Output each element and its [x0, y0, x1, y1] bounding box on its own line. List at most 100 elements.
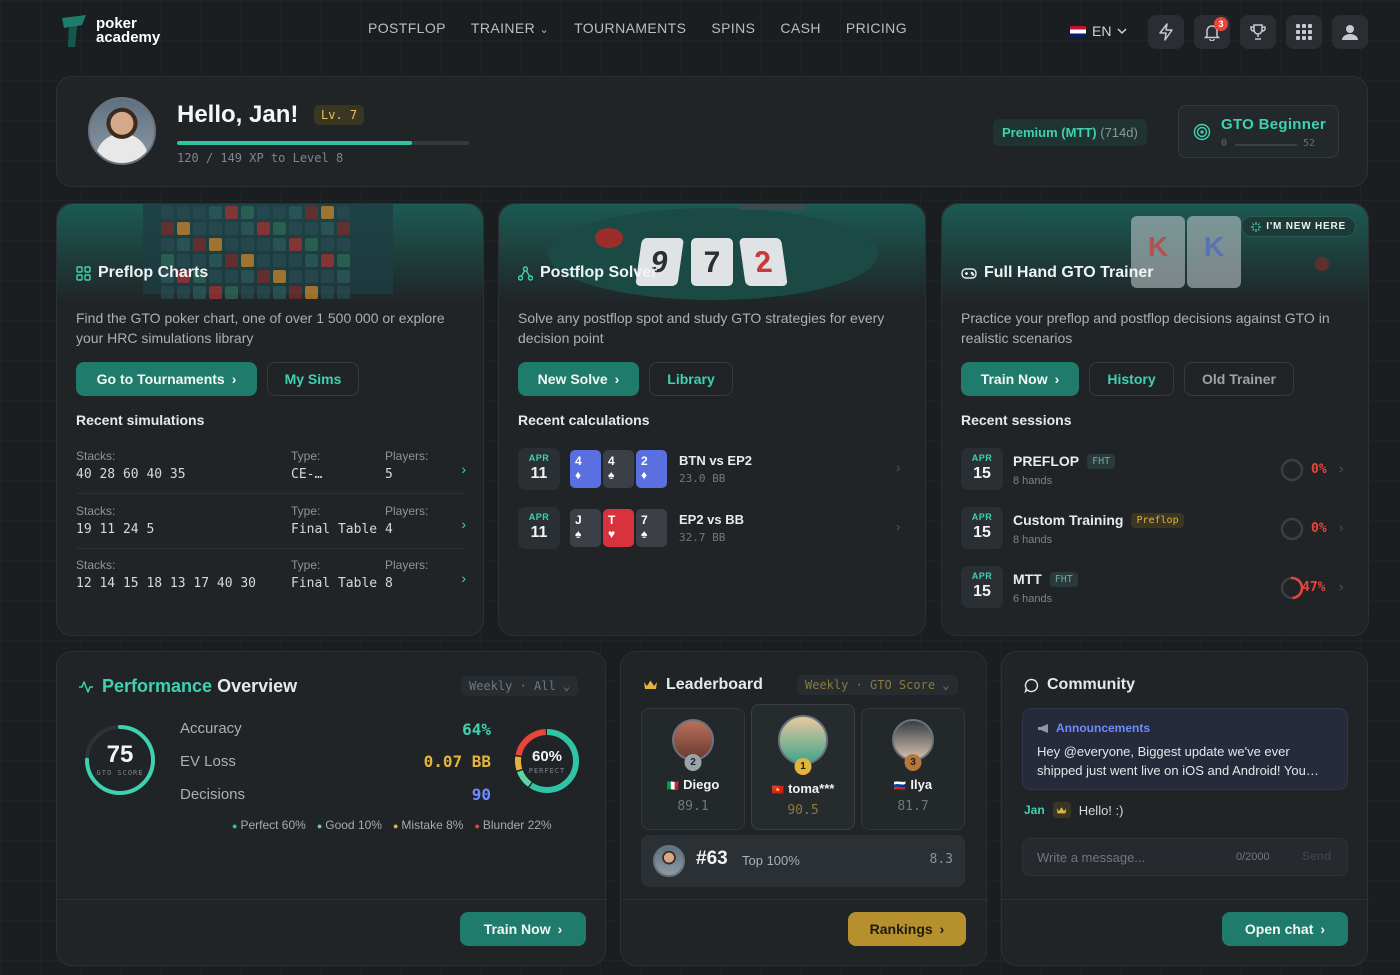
calculation-name: BTN vs EP2	[679, 453, 752, 468]
postflop-solver-card: 9 7 2 Postflop Solver Solve any postflop…	[498, 203, 926, 636]
postflop-description: Solve any postflop spot and study GTO st…	[518, 310, 885, 346]
open-chat-button[interactable]: Open chat ›	[1222, 912, 1348, 946]
language-selector[interactable]: EN	[1070, 23, 1127, 39]
type-value: Final Table	[291, 576, 378, 591]
new-solve-button[interactable]: New Solve ›	[518, 362, 639, 396]
trophy-button[interactable]	[1240, 15, 1276, 49]
apps-grid-button[interactable]	[1286, 15, 1322, 49]
performance-title-accent: Performance	[102, 676, 213, 696]
announcement-box[interactable]: Announcements Hey @everyone, Biggest upd…	[1022, 708, 1348, 790]
type-label: Type:	[291, 449, 321, 463]
trainer-train-now-button[interactable]: Train Now ›	[961, 362, 1079, 396]
session-percentage: 47%	[1302, 580, 1326, 595]
type-label: Type:	[291, 558, 321, 572]
performance-filter-select[interactable]: Weekly · All ⌄	[461, 676, 579, 696]
premium-badge[interactable]: Premium (MTT) (714d)	[993, 119, 1147, 146]
nav-link-tournaments[interactable]: TOURNAMENTS	[574, 20, 686, 36]
leaderboard-filter-select[interactable]: Weekly · GTO Score ⌄	[797, 675, 958, 695]
recent-calculations-heading: Recent calculations	[518, 412, 650, 428]
session-row[interactable]: APR 15 MTT FHT 6 hands 47% ›	[942, 566, 1370, 610]
calculation-name: EP2 vs BB	[679, 512, 745, 527]
country-flag-icon: 🇷🇺	[893, 781, 907, 792]
full-hand-trainer-card: K K I'M NEW HERE Full Hand GTO Trainer P…	[941, 203, 1369, 636]
gto-rank-box[interactable]: GTO Beginner 0 52	[1178, 105, 1339, 158]
leaderboard-player[interactable]: 3 🇷🇺 Ilya 81.7	[861, 708, 965, 830]
new-here-badge[interactable]: I'M NEW HERE	[1241, 216, 1356, 237]
nav-link-postflop[interactable]: POSTFLOP	[368, 20, 446, 36]
old-trainer-button[interactable]: Old Trainer	[1184, 362, 1294, 396]
type-label: Type:	[291, 503, 321, 518]
session-tag: FHT	[1049, 571, 1078, 587]
gto-score-ring: 75 GTO SCORE	[85, 725, 155, 795]
calculation-row[interactable]: APR 11 4 ♦ 4 ♠ 2 ♦ BTN vs EP2 23.0 BB ›	[499, 448, 927, 492]
session-row[interactable]: APR 15 PREFLOP FHT 8 hands 0% ›	[942, 448, 1370, 492]
crown-icon	[644, 680, 657, 689]
chat-user[interactable]: Jan	[1024, 803, 1045, 817]
notification-count-badge: 3	[1214, 17, 1228, 31]
avatar[interactable]	[88, 97, 156, 165]
simulation-row[interactable]: Stacks: 40 28 60 40 35 Type: CE-… Players: 5 ›	[76, 449, 466, 499]
calculation-row[interactable]: APR 11 J ♠ T ♥ 7 ♠ EP2 vs BB 32.7 BB ›	[499, 507, 927, 551]
nav-link-cash[interactable]: CASH	[780, 20, 821, 36]
message-input[interactable]: Write a message... 0/2000	[1022, 838, 1348, 876]
legend-blunder: Blunder 22%	[474, 818, 552, 832]
logo[interactable]: poker academy	[60, 14, 160, 48]
grid-chart-icon	[76, 265, 91, 281]
session-row[interactable]: APR 15 Custom Training Preflop 8 hands 0% ›	[942, 507, 1370, 551]
grid-icon	[1296, 24, 1312, 40]
date-day: 15	[973, 524, 991, 541]
trainer-description: Practice your preflop and postflop decis…	[961, 310, 1330, 346]
recent-simulations-heading: Recent simulations	[76, 412, 205, 428]
notifications-button[interactable]: 3	[1194, 15, 1230, 49]
postflop-title: Postflop Solver	[518, 264, 657, 282]
player-rank-badge: 2	[684, 754, 702, 771]
rankings-button[interactable]: Rankings ›	[848, 912, 966, 946]
chevron-right-icon: ›	[231, 371, 237, 387]
ev-loss-value: 0.07 BB	[423, 752, 491, 771]
chevron-right-icon: ›	[1339, 520, 1344, 535]
nav-link-trainer[interactable]: TRAINER ⌄	[471, 20, 549, 36]
community-card: Community Announcements Hey @everyone, B…	[1001, 651, 1369, 966]
performance-overview-card: Performance Overview Weekly · All ⌄ 75 G…	[56, 651, 607, 966]
megaphone-icon	[1038, 723, 1048, 733]
chevron-down-icon: ⌄	[942, 678, 950, 692]
type-value: Final Table	[291, 521, 378, 537]
history-button[interactable]: History	[1089, 362, 1174, 396]
card-suit: ♠	[575, 527, 582, 541]
nodes-icon	[518, 265, 533, 281]
performance-train-now-button[interactable]: Train Now ›	[460, 912, 586, 946]
my-rank-row[interactable]: #63 Top 100% 8.3	[641, 835, 965, 887]
leaderboard-title-text: Leaderboard	[666, 676, 763, 693]
go-to-tournaments-button[interactable]: Go to Tournaments ›	[76, 362, 257, 396]
leaderboard-player[interactable]: 2 🇮🇹 Diego 89.1	[641, 708, 745, 830]
card-suit: ♠	[608, 468, 615, 482]
nav-link-spins[interactable]: SPINS	[711, 20, 755, 36]
my-sims-button[interactable]: My Sims	[267, 362, 359, 396]
profile-button[interactable]	[1332, 15, 1368, 49]
library-button[interactable]: Library	[649, 362, 733, 396]
session-hands: 8 hands	[1013, 475, 1053, 487]
logo-text-bottom: academy	[96, 29, 161, 46]
card-rank: 7	[641, 513, 648, 527]
session-hands: 8 hands	[1013, 534, 1053, 546]
card-suit: ♠	[641, 527, 648, 541]
leaderboard-player[interactable]: 1 🇻🇳 toma*** 90.5	[751, 704, 855, 830]
card-rank: T	[608, 513, 616, 527]
chat-message: Jan Hello! :)	[1024, 802, 1123, 818]
new-solve-label: New Solve	[537, 371, 608, 387]
date-month: APR	[971, 571, 993, 581]
perfect-pct: 60%	[532, 748, 562, 765]
send-button[interactable]: Send	[1302, 849, 1331, 863]
nav-link-pricing[interactable]: PRICING	[846, 20, 907, 36]
simulation-row[interactable]: Stacks: 19 11 24 5 Type: Final Table Players…	[76, 504, 466, 554]
lightning-button[interactable]	[1148, 15, 1184, 49]
char-count: 0/2000	[1236, 851, 1270, 863]
gamepad-icon	[961, 267, 977, 279]
svg-text:K: K	[1204, 231, 1224, 262]
leaderboard-title: Leaderboard	[643, 676, 763, 694]
simulation-row[interactable]: Stacks: 12 14 15 18 13 17 40 30 Type: Final…	[76, 558, 466, 608]
players-value: 4	[385, 521, 393, 537]
chevron-right-icon: ›	[1320, 921, 1326, 937]
gto-rank-title: GTO Beginner	[1221, 116, 1327, 133]
player-name: 🇻🇳 toma***	[752, 781, 854, 796]
